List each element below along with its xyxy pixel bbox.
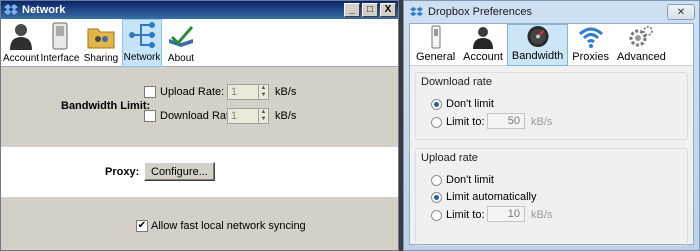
upload-limit-automatically-label: Limit automatically (446, 191, 537, 203)
tab-label: Account (2, 53, 40, 64)
close-button[interactable]: X (380, 3, 396, 17)
radio-dot (434, 102, 439, 107)
window-title: Network (22, 4, 66, 16)
sync-section: ✔ Allow fast local network syncing (1, 197, 398, 250)
download-dont-limit-radio[interactable] (431, 99, 442, 110)
tab-network[interactable]: Network (122, 19, 162, 67)
tab-sharing[interactable]: Sharing (81, 19, 121, 67)
tab-label: Account (463, 51, 503, 63)
configure-proxy-button[interactable]: Configure... (144, 162, 215, 181)
tab-label: Advanced (616, 51, 666, 63)
tab-about[interactable]: About (163, 19, 199, 67)
download-dont-limit-label: Don't limit (446, 98, 494, 110)
minimize-button[interactable]: _ (344, 3, 360, 17)
radio-dot (434, 195, 439, 200)
maximize-button[interactable]: □ (362, 3, 378, 17)
spin-up-icon[interactable]: ▲ (259, 85, 268, 92)
upload-limit-to-radio[interactable] (431, 210, 442, 221)
spin-down-icon[interactable]: ▼ (259, 92, 268, 99)
fast-local-sync-checkbox[interactable]: ✔ (136, 220, 148, 232)
checkmark-icon: ✔ (137, 220, 147, 231)
person-icon (473, 27, 494, 49)
tab-account[interactable]: Account (3, 19, 39, 67)
tab-account[interactable]: Account (459, 24, 507, 66)
network-settings-panel: Bandwidth Limit: Upload Rate: 1 ▲ ▼ kB/s … (1, 68, 398, 250)
proxy-label: Proxy: (105, 166, 140, 178)
close-button[interactable]: ✕ (667, 4, 695, 20)
download-rate-checkbox[interactable] (144, 110, 156, 122)
upload-limit-automatically-radio[interactable] (431, 192, 442, 203)
upload-dont-limit-radio[interactable] (431, 175, 442, 186)
toggle-switch-icon (52, 22, 68, 50)
tab-label: Network (123, 52, 161, 63)
tab-label: Interface (40, 53, 80, 64)
download-rate-value: 1 (231, 110, 238, 122)
upload-rate-title: Upload rate (421, 152, 478, 164)
preferences-toolbar: Account Interface Sharing Network About (1, 19, 398, 67)
tab-label: About (167, 53, 195, 64)
network-icon (129, 22, 155, 48)
spin-down-icon[interactable]: ▼ (259, 116, 268, 123)
tab-label: Proxies (572, 51, 609, 63)
preferences-toolbar: General Account Bandwidth Proxies Advanc… (410, 24, 693, 66)
download-limit-input[interactable]: 50 (487, 113, 525, 129)
bandwidth-section: Bandwidth Limit: Upload Rate: 1 ▲ ▼ kB/s … (1, 68, 398, 147)
gears-icon (629, 26, 654, 47)
download-rate-title: Download rate (421, 76, 492, 88)
fast-local-sync-label: Allow fast local network syncing (151, 220, 306, 232)
upload-limit-to-label: Limit to: (446, 209, 485, 221)
download-limit-to-radio[interactable] (431, 117, 442, 128)
network-preferences-window: Network _ □ X Account Interface Sharing … (0, 0, 399, 251)
upload-limit-unit: kB/s (531, 209, 553, 221)
upload-rate-unit: kB/s (275, 86, 297, 98)
proxy-section: Proxy: Configure... (1, 147, 398, 197)
spin-up-icon[interactable]: ▲ (259, 109, 268, 116)
window-title: Dropbox Preferences (428, 6, 532, 18)
tab-general[interactable]: General (412, 24, 459, 66)
app-logo-icon (4, 4, 18, 15)
tab-label: Bandwidth (511, 50, 564, 62)
preferences-body: General Account Bandwidth Proxies Advanc… (409, 23, 694, 246)
switch-icon (431, 25, 441, 49)
download-rate-unit: kB/s (275, 110, 297, 122)
dropbox-preferences-window: Dropbox Preferences ✕ General Account Ba… (403, 0, 700, 251)
upload-rate-checkbox[interactable] (144, 86, 156, 98)
shared-folder-icon (87, 28, 115, 49)
tab-advanced[interactable]: Advanced (613, 24, 670, 66)
tab-label: General (416, 51, 456, 63)
about-icon (169, 26, 194, 47)
upload-rate-value: 1 (231, 86, 238, 98)
tab-bandwidth[interactable]: Bandwidth (506, 24, 569, 66)
upload-limit-input[interactable]: 10 (487, 206, 525, 222)
tab-interface[interactable]: Interface (40, 19, 80, 67)
download-rate-stepper[interactable]: 1 ▲ ▼ (227, 108, 269, 124)
download-limit-unit: kB/s (531, 116, 553, 128)
wifi-icon (578, 27, 603, 48)
bandwidth-limit-label: Bandwidth Limit: (61, 100, 151, 112)
tab-label: Sharing (83, 53, 119, 64)
dropbox-logo-icon (410, 6, 423, 17)
upload-rate-label: Upload Rate: (160, 86, 225, 98)
tab-proxies[interactable]: Proxies (568, 24, 613, 66)
person-icon (10, 24, 32, 50)
upload-dont-limit-label: Don't limit (446, 174, 494, 186)
speedometer-icon (527, 25, 549, 48)
download-limit-to-label: Limit to: (446, 116, 485, 128)
title-bar: Dropbox Preferences ✕ (404, 1, 699, 23)
title-bar: Network _ □ X (1, 1, 398, 19)
upload-rate-stepper[interactable]: 1 ▲ ▼ (227, 84, 269, 100)
